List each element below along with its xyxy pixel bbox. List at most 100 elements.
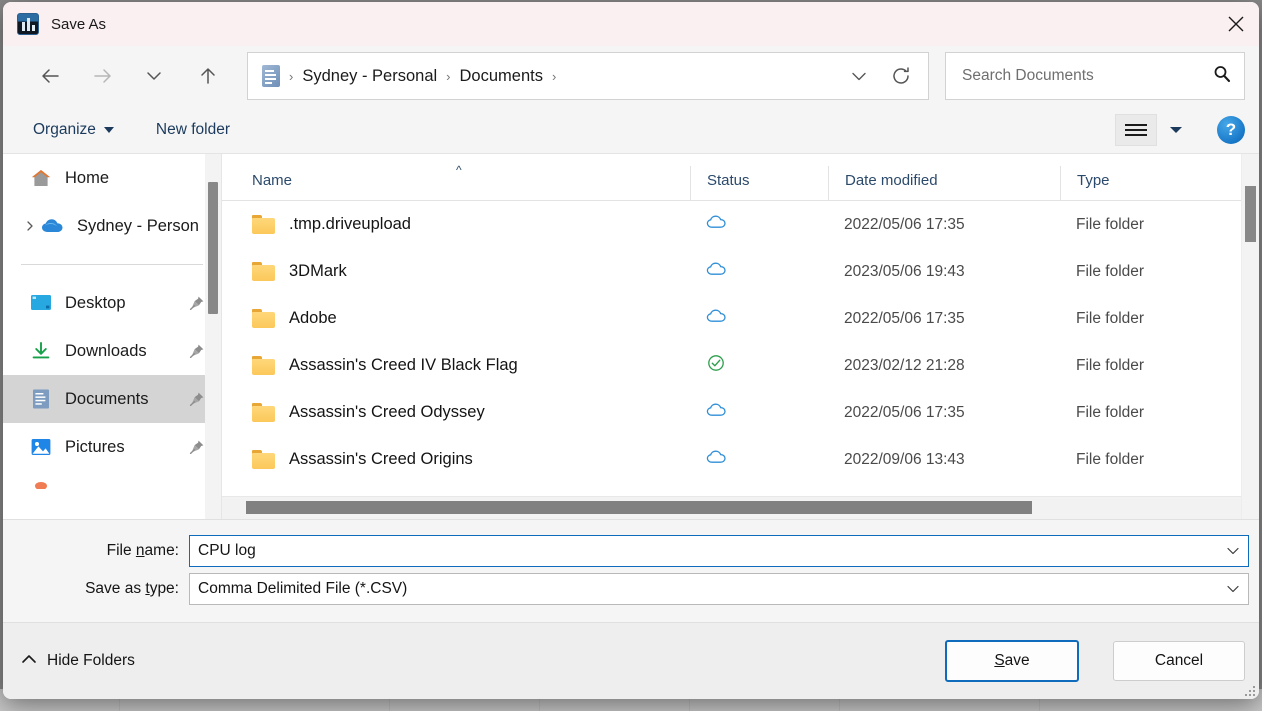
up-icon[interactable] (189, 57, 227, 95)
hide-folders-label: Hide Folders (47, 652, 135, 670)
file-name-cell: Assassin's Creed IV Black Flag (222, 356, 690, 375)
date-modified: 2022/05/06 17:35 (828, 216, 1060, 234)
file-name: 3DMark (289, 262, 347, 281)
column-header-date-modified[interactable]: Date modified (828, 166, 1060, 200)
table-row[interactable]: Assassin's Creed IV Black Flag 2023/02/1… (222, 342, 1259, 389)
status-cell (690, 261, 828, 282)
save-button[interactable]: Save (945, 640, 1079, 682)
horizontal-scrollbar-thumb[interactable] (246, 501, 1032, 514)
file-name-cell: Adobe (222, 309, 690, 328)
sidebar-item-downloads[interactable]: Downloads (3, 327, 221, 375)
file-type: File folder (1060, 404, 1240, 422)
chevron-down-icon[interactable] (1218, 546, 1248, 556)
file-type: File folder (1060, 451, 1240, 469)
hide-folders-button[interactable]: Hide Folders (21, 652, 135, 670)
organize-label: Organize (33, 121, 96, 139)
folder-icon (252, 403, 275, 422)
back-icon[interactable] (31, 57, 69, 95)
table-row[interactable]: .tmp.driveupload 2022/05/06 17:35 File f… (222, 201, 1259, 248)
chevron-up-icon (21, 652, 37, 670)
file-name-input[interactable]: CPU log (189, 535, 1249, 567)
search-input[interactable] (960, 66, 1212, 86)
breadcrumb-item-1[interactable]: Documents (460, 67, 543, 86)
refresh-icon[interactable] (880, 53, 922, 99)
search-icon[interactable] (1212, 64, 1232, 89)
pin-icon[interactable] (189, 343, 205, 359)
date-modified: 2023/02/12 21:28 (828, 357, 1060, 375)
folder-icon (252, 215, 275, 234)
sidebar-item-documents[interactable]: Documents (3, 375, 221, 423)
help-button[interactable]: ? (1217, 116, 1245, 144)
command-toolbar: Organize New folder ? (3, 106, 1259, 154)
chart-bars-icon (17, 13, 39, 35)
pictures-icon (29, 437, 53, 457)
file-list-header: ^ Name Status Date modified Type (222, 154, 1259, 201)
horizontal-scrollbar[interactable] (222, 496, 1259, 519)
sidebar-divider (21, 264, 203, 265)
address-bar[interactable]: › Sydney - Personal › Documents › (247, 52, 929, 100)
column-header-label: Date modified (845, 172, 938, 189)
sidebar-scrollbar[interactable] (205, 154, 221, 519)
sidebar-item-home[interactable]: Home (3, 154, 221, 202)
chevron-down-icon[interactable] (135, 57, 173, 95)
column-header-label: Type (1077, 172, 1110, 189)
view-dropdown-icon[interactable] (1169, 125, 1183, 135)
column-header-name[interactable]: ^ Name (222, 166, 690, 200)
date-modified: 2023/05/06 19:43 (828, 263, 1060, 281)
sidebar-item-label: Home (65, 169, 109, 188)
list-view-icon (1125, 121, 1147, 139)
chevron-right-icon[interactable] (23, 220, 37, 232)
sidebar-item-label: Downloads (65, 342, 147, 361)
address-dropdown-icon[interactable] (838, 53, 880, 99)
pin-icon[interactable] (189, 295, 205, 311)
music-icon (29, 471, 53, 489)
new-folder-label: New folder (156, 121, 230, 139)
sidebar-item-sydney-personal[interactable]: Sydney - Person (3, 202, 221, 250)
file-name-value: CPU log (198, 542, 1218, 560)
organize-button[interactable]: Organize (25, 116, 122, 144)
breadcrumb-item-0[interactable]: Sydney - Personal (302, 67, 437, 86)
pin-icon[interactable] (189, 439, 205, 455)
vertical-scrollbar-thumb[interactable] (1245, 186, 1256, 242)
navigation-bar: › Sydney - Personal › Documents › (3, 46, 1259, 106)
desktop-icon (29, 294, 53, 312)
table-row[interactable]: Assassin's Creed Origins 2022/09/06 13:4… (222, 436, 1259, 483)
breadcrumb-separator: › (552, 69, 556, 84)
pin-icon[interactable] (189, 391, 205, 407)
cloud-only-icon (706, 402, 728, 423)
sidebar-item-pictures[interactable]: Pictures (3, 423, 221, 471)
table-row[interactable]: Assassin's Creed Odyssey 2022/05/06 17:3… (222, 389, 1259, 436)
chevron-down-icon (104, 127, 114, 133)
sidebar-scrollbar-thumb[interactable] (208, 182, 218, 314)
cloud-only-icon (706, 261, 728, 282)
file-name-label: File name: (3, 542, 189, 560)
search-box[interactable] (945, 52, 1245, 100)
save-as-type-label: Save as type: (3, 580, 189, 598)
save-as-type-select[interactable]: Comma Delimited File (*.CSV) (189, 573, 1249, 605)
resize-grip[interactable] (1243, 684, 1255, 696)
new-folder-button[interactable]: New folder (148, 116, 238, 144)
documents-icon (29, 388, 53, 410)
table-row[interactable]: Adobe 2022/05/06 17:35 File folder (222, 295, 1259, 342)
table-row[interactable]: 3DMark 2023/05/06 19:43 File folder (222, 248, 1259, 295)
file-type: File folder (1060, 310, 1240, 328)
vertical-scrollbar[interactable] (1241, 154, 1259, 519)
cloud-only-icon (706, 449, 728, 470)
close-icon[interactable] (1213, 2, 1259, 46)
sidebar-item-desktop[interactable]: Desktop (3, 279, 221, 327)
home-icon (29, 168, 53, 188)
available-offline-icon (706, 353, 726, 378)
title-bar[interactable]: Save As (3, 2, 1259, 46)
column-header-type[interactable]: Type (1060, 166, 1240, 200)
column-header-status[interactable]: Status (690, 166, 828, 200)
forward-icon[interactable] (84, 57, 122, 95)
file-name: Assassin's Creed IV Black Flag (289, 356, 518, 375)
cancel-button[interactable]: Cancel (1113, 641, 1245, 681)
view-options-button[interactable] (1115, 114, 1157, 146)
sidebar-item-partial[interactable] (3, 471, 221, 489)
save-as-type-row: Save as type: Comma Delimited File (*.CS… (3, 572, 1259, 606)
file-name: .tmp.driveupload (289, 215, 411, 234)
chevron-down-icon[interactable] (1218, 584, 1248, 594)
column-header-label: Status (707, 172, 750, 189)
folder-icon (252, 262, 275, 281)
